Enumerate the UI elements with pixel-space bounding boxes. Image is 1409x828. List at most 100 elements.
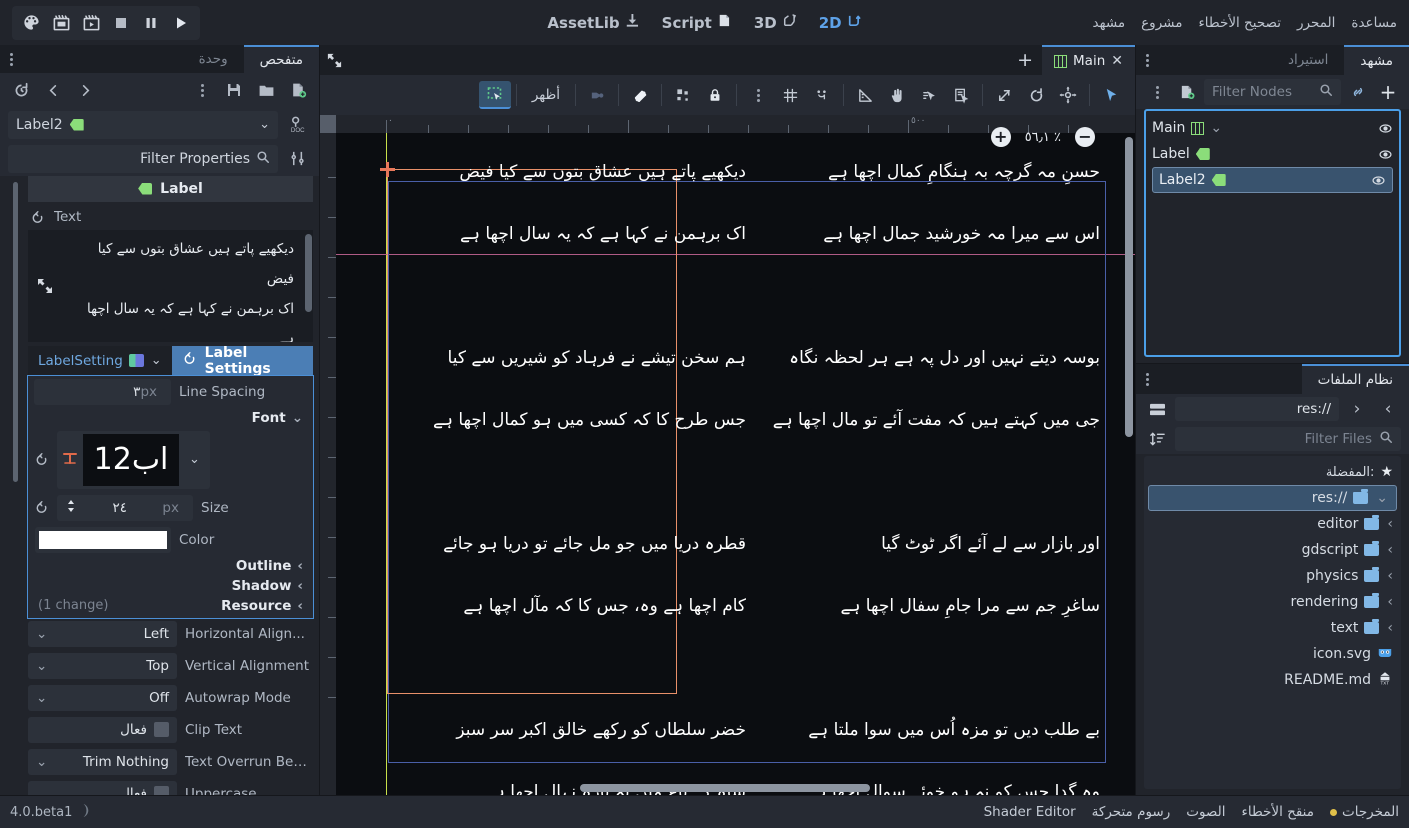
history-prev-icon[interactable] <box>72 78 98 102</box>
shadow-subsection[interactable]: ‹ Shadow <box>28 576 313 596</box>
filter-files-input[interactable]: Filter Files <box>1175 427 1401 451</box>
group-icon[interactable] <box>667 81 699 109</box>
zoom-value[interactable]: ٥٦٫١ ٪ <box>1025 130 1061 145</box>
add-scene-tab-button[interactable]: + <box>1008 45 1042 75</box>
filesystem-path-value[interactable]: res:// <box>1175 397 1339 421</box>
ruler-mode-icon[interactable] <box>849 81 881 109</box>
checkbox-unchecked-icon[interactable] <box>154 786 169 795</box>
fs-item-text[interactable]: ‹ text <box>1144 615 1401 641</box>
tree-node-label[interactable]: Label <box>1146 141 1399 167</box>
tree-node-main[interactable]: ⌄ Main <box>1146 115 1399 141</box>
visibility-eye-icon[interactable] <box>1378 147 1393 162</box>
history-next-icon[interactable] <box>40 78 66 102</box>
chevron-left-icon[interactable]: ‹ <box>1387 594 1393 610</box>
toggle-split-mode-icon[interactable] <box>1144 396 1170 422</box>
filesystem-tree[interactable]: ★ المفضلة: ⌄ res:// ‹ editor ‹ gdscript … <box>1144 456 1401 789</box>
fs-item-readme-md[interactable]: TXT README.md <box>1144 667 1401 693</box>
bottom-panel-shader-editor[interactable]: Shader Editor <box>984 804 1076 820</box>
list-select-icon[interactable] <box>945 81 977 109</box>
pointer-select-icon[interactable] <box>1095 81 1127 109</box>
chevron-left-icon[interactable]: ‹ <box>1387 516 1393 532</box>
instance-child-scene-icon[interactable] <box>1345 79 1371 105</box>
visibility-eye-icon[interactable] <box>1378 121 1393 136</box>
canvas-viewport[interactable]: ٠ ٥٠٠ حسنِ مہ گرچہ بہ ہنگامِ کمال اچھا ہ… <box>320 115 1135 795</box>
label-settings-name[interactable]: Label Settings <box>171 345 313 377</box>
tab-filesystem[interactable]: نظام الملفات <box>1301 364 1409 394</box>
snap-grid-icon[interactable] <box>774 81 806 109</box>
expand-text-icon[interactable] <box>28 230 62 342</box>
uppercase-checkbox[interactable]: فعال <box>28 780 177 795</box>
open-docs-icon[interactable]: DOC <box>285 113 311 137</box>
lock-icon[interactable] <box>699 81 731 109</box>
scene-panel-menu[interactable] <box>1136 45 1159 75</box>
pause-icon[interactable] <box>137 9 165 37</box>
menu-scene[interactable]: مشهد <box>1093 15 1126 31</box>
bone-icon[interactable] <box>624 81 656 109</box>
fs-item-physics[interactable]: ‹ physics <box>1144 563 1401 589</box>
text-overrun-dropdown[interactable]: Trim Nothing ⌄ <box>28 748 177 775</box>
scene-tree-menu-icon[interactable] <box>1144 79 1170 105</box>
label-settings-resource[interactable]: ⌄ LabelSetting <box>28 345 172 376</box>
nav-back-icon[interactable]: ‹ <box>1375 396 1401 422</box>
tab-script[interactable]: Script <box>662 13 732 32</box>
add-node-button[interactable]: + <box>1375 79 1401 105</box>
scale-mode-icon[interactable] <box>988 81 1020 109</box>
tab-scene[interactable]: مشهد <box>1344 45 1409 75</box>
canvas-selection-pivot[interactable] <box>380 162 395 177</box>
font-color-field[interactable] <box>35 526 171 553</box>
nav-forward-icon[interactable]: › <box>1344 396 1370 422</box>
bottom-panel-output[interactable]: المخرجات <box>1330 804 1399 820</box>
filter-properties-input[interactable]: Filter Properties <box>8 144 278 173</box>
label-settings-row[interactable]: Label Settings ⌄ LabelSetting <box>28 345 313 377</box>
move-mode-icon[interactable] <box>1052 81 1084 109</box>
revert-label-settings-icon[interactable] <box>182 351 197 370</box>
bottom-panel-debugger[interactable]: منقح الأخطاء <box>1242 804 1314 820</box>
clip-text-checkbox[interactable]: فعال <box>28 716 177 743</box>
close-icon[interactable]: ✕ <box>1111 53 1123 69</box>
stop-icon[interactable] <box>107 9 135 37</box>
open-resource-icon[interactable] <box>253 78 279 102</box>
play-scene-icon[interactable] <box>47 9 75 37</box>
fs-item-gdscript[interactable]: ‹ gdscript <box>1144 537 1401 563</box>
filesystem-panel-menu[interactable] <box>1136 364 1159 394</box>
fs-item-res-root[interactable]: ⌄ res:// <box>1148 485 1397 511</box>
select-mode-icon[interactable] <box>478 81 511 109</box>
revert-size-icon[interactable] <box>34 500 49 515</box>
outline-subsection[interactable]: ‹ Outline <box>28 556 313 576</box>
text-editor-scrollbar[interactable] <box>304 230 313 342</box>
tab-3d[interactable]: 3D <box>754 13 797 32</box>
vertical-alignment-dropdown[interactable]: Top ⌄ <box>28 652 177 679</box>
chevron-left-icon[interactable]: ‹ <box>1387 542 1393 558</box>
menu-editor[interactable]: المحرر <box>1297 15 1335 31</box>
font-size-field[interactable]: px ٢٤ <box>57 494 193 521</box>
canvas-horizontal-scrollbar[interactable] <box>580 784 870 792</box>
chevron-left-icon[interactable]: ‹ <box>1387 568 1393 584</box>
scene-tab-main[interactable]: Main ✕ <box>1042 45 1135 75</box>
revert-font-icon[interactable] <box>34 452 49 467</box>
menu-project[interactable]: مشروع <box>1141 15 1182 31</box>
checkbox-unchecked-icon[interactable] <box>154 722 169 738</box>
canvas-2d-surface[interactable]: حسنِ مہ گرچہ بہ ہنگامِ کمال اچھا ہے اس س… <box>336 133 1135 795</box>
inspected-object-field[interactable]: ⌄ Label2 <box>8 110 278 139</box>
tab-node[interactable]: وحدة <box>183 45 244 73</box>
distraction-free-mode-icon[interactable] <box>320 45 348 75</box>
rotate-mode-icon[interactable] <box>1020 81 1052 109</box>
create-script-icon[interactable] <box>1174 79 1200 105</box>
resize-grip-icon[interactable] <box>79 803 92 822</box>
inspector-properties-scroll[interactable]: Label Text دیکھیے پاتے ہیں عشاق بتوں سے … <box>0 175 319 795</box>
snap-options-icon[interactable] <box>806 81 838 109</box>
scene-tree[interactable]: ⌄ Main Label Label2 <box>1144 109 1401 357</box>
tree-node-label2[interactable]: Label2 <box>1152 167 1393 193</box>
history-icon[interactable] <box>8 78 34 102</box>
autowrap-mode-dropdown[interactable]: Off ⌄ <box>28 684 177 711</box>
fs-item-rendering[interactable]: ‹ rendering <box>1144 589 1401 615</box>
skeleton-icon[interactable] <box>581 81 613 109</box>
text-property-value[interactable]: دیکھیے پاتے ہیں عشاق بتوں سے کیا فیض اک … <box>62 230 304 342</box>
revert-text-icon[interactable] <box>28 210 46 225</box>
resource-menu-icon[interactable] <box>189 78 215 102</box>
new-resource-icon[interactable] <box>285 78 311 102</box>
play-icon[interactable] <box>167 9 195 37</box>
tab-import[interactable]: استيراد <box>1272 45 1344 75</box>
play-custom-scene-icon[interactable] <box>77 9 105 37</box>
overflow-menu-icon[interactable] <box>742 81 774 109</box>
